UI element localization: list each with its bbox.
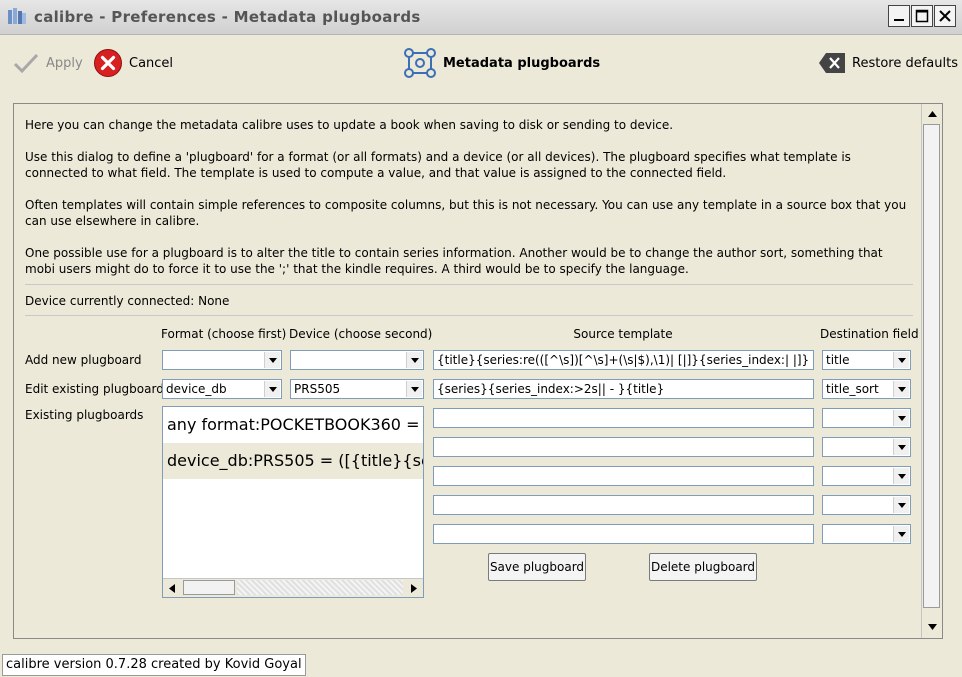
header-source: Source template: [573, 327, 673, 341]
version-status: calibre version 0.7.28 created by Kovid …: [2, 654, 306, 676]
chevron-down-icon: [893, 526, 909, 542]
close-icon: [939, 10, 951, 22]
delete-plugboard-button[interactable]: Delete plugboard: [649, 553, 757, 581]
add-source-template-field[interactable]: {title}{series:re(([^\s])[^\s]+(\s|$),\1…: [433, 350, 814, 370]
checkmark-icon: [13, 53, 39, 74]
destination-combo[interactable]: [822, 437, 911, 457]
chevron-down-icon: [893, 352, 909, 368]
header-device: Device (choose second): [289, 327, 433, 341]
source-template-field[interactable]: [433, 524, 814, 544]
list-item[interactable]: device_db:PRS505 = ([{title}{series}: [163, 443, 423, 479]
scroll-thumb[interactable]: [923, 124, 940, 608]
vertical-scrollbar[interactable]: [921, 104, 942, 638]
add-format-combo[interactable]: [162, 350, 282, 370]
scroll-up-icon[interactable]: [922, 105, 942, 123]
close-window-button[interactable]: [934, 5, 956, 27]
divider-top: [25, 284, 913, 285]
destination-combo[interactable]: [822, 408, 911, 428]
list-item[interactable]: any format:POCKETBOOK360 = ([{author_sor…: [163, 407, 423, 443]
status-bar: calibre version 0.7.28 created by Kovid …: [0, 652, 962, 677]
edit-plugboard-label: Edit existing plugboard: [25, 382, 164, 396]
edit-destination-combo[interactable]: title_sort: [822, 379, 911, 399]
chevron-down-icon: [893, 410, 909, 426]
window-titlebar: calibre - Preferences - Metadata plugboa…: [0, 0, 962, 35]
source-template-field[interactable]: [433, 466, 814, 486]
existing-plugboards-list[interactable]: any format:POCKETBOOK360 = ([{author_sor…: [162, 406, 424, 598]
scroll-right-icon[interactable]: [405, 579, 423, 597]
restore-defaults-button[interactable]: Restore defaults: [818, 45, 958, 81]
scroll-track[interactable]: [237, 580, 403, 595]
destination-combo[interactable]: [822, 466, 911, 486]
panel-content: Here you can change the metadata calibre…: [14, 104, 922, 638]
source-template-field[interactable]: [433, 437, 814, 457]
minimize-icon: [894, 19, 904, 21]
edit-device-combo[interactable]: PRS505: [290, 379, 424, 399]
divider-bottom: [25, 315, 913, 316]
source-template-field[interactable]: [433, 495, 814, 515]
add-destination-value: title: [826, 353, 850, 367]
edit-source-template-field[interactable]: {series}{series_index:>2s|| - }{title}: [433, 379, 814, 399]
section-title: Metadata plugboards: [403, 45, 600, 81]
edit-format-value: device_db: [166, 382, 227, 396]
plugboard-panel: Here you can change the metadata calibre…: [13, 103, 943, 639]
chevron-down-icon: [406, 352, 422, 368]
save-plugboard-button[interactable]: Save plugboard: [488, 553, 586, 581]
add-plugboard-label: Add new plugboard: [25, 353, 142, 367]
destination-combo[interactable]: [822, 524, 911, 544]
chevron-down-icon: [264, 352, 280, 368]
chevron-down-icon: [406, 381, 422, 397]
backspace-clear-icon: [819, 53, 845, 73]
add-source-template-value: {title}{series:re(([^\s])[^\s]+(\s|$),\1…: [437, 353, 810, 367]
apply-button[interactable]: Apply: [12, 45, 83, 81]
cancel-label: Cancel: [129, 55, 174, 71]
header-format: Format (choose first): [161, 327, 287, 341]
scroll-left-icon[interactable]: [163, 579, 181, 597]
chevron-down-icon: [893, 381, 909, 397]
chevron-down-icon: [893, 497, 909, 513]
chevron-down-icon: [893, 468, 909, 484]
preferences-toolbar: Apply Cancel Metadata plugboards Restore…: [0, 35, 962, 93]
help-text-2: Use this dialog to define a 'plugboard' …: [25, 150, 851, 180]
minimize-button[interactable]: [888, 5, 910, 27]
scroll-down-icon[interactable]: [922, 618, 942, 636]
scroll-thumb[interactable]: [183, 580, 235, 595]
restore-label: Restore defaults: [852, 55, 958, 71]
window-title: calibre - Preferences - Metadata plugboa…: [34, 8, 421, 26]
destination-combo[interactable]: [822, 495, 911, 515]
chevron-down-icon: [264, 381, 280, 397]
edit-format-combo[interactable]: device_db: [162, 379, 282, 399]
header-destination: Destination field: [820, 327, 919, 341]
horizontal-scrollbar[interactable]: [163, 578, 423, 597]
section-label: Metadata plugboards: [443, 55, 601, 71]
add-destination-combo[interactable]: title: [822, 350, 911, 370]
device-status: Device currently connected: None: [25, 294, 230, 308]
edit-destination-value: title_sort: [826, 382, 879, 396]
cancel-button[interactable]: Cancel: [93, 45, 173, 81]
add-device-combo[interactable]: [290, 350, 424, 370]
help-text-3: Often templates will contain simple refe…: [25, 198, 907, 228]
plugboard-icon: [404, 48, 436, 78]
chevron-down-icon: [893, 439, 909, 455]
help-text-4: One possible use for a plugboard is to a…: [25, 246, 883, 276]
edit-device-value: PRS505: [294, 382, 341, 396]
help-text-1: Here you can change the metadata calibre…: [25, 118, 674, 132]
calibre-app-icon: [8, 8, 26, 24]
existing-plugboards-label: Existing plugboards: [25, 408, 144, 422]
apply-label: Apply: [46, 55, 83, 71]
cancel-icon: [94, 49, 122, 77]
maximize-icon: [915, 9, 929, 23]
source-template-field[interactable]: [433, 408, 814, 428]
edit-source-template-value: {series}{series_index:>2s|| - }{title}: [437, 382, 665, 396]
maximize-button[interactable]: [911, 5, 933, 27]
